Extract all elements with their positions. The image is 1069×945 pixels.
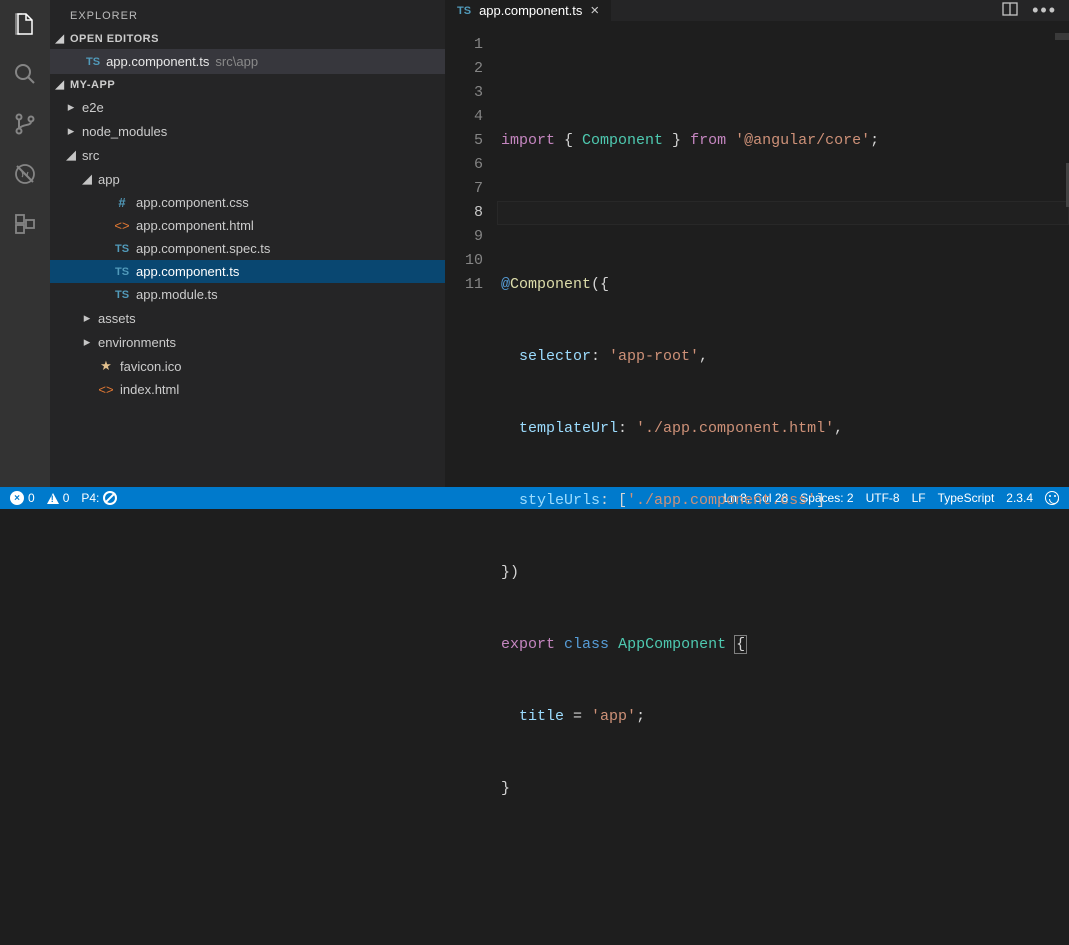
open-editors-header[interactable]: ◢ OPEN EDITORS xyxy=(50,28,445,49)
open-editors-label: OPEN EDITORS xyxy=(70,33,159,45)
file-index-html[interactable]: <>index.html xyxy=(50,378,445,401)
ts-icon: TS xyxy=(114,243,130,255)
sidebar: EXPLORER ◢ OPEN EDITORS TS app.component… xyxy=(50,0,445,487)
file-app-component-ts[interactable]: TSapp.component.ts xyxy=(50,260,445,283)
folder-e2e[interactable]: ▸e2e xyxy=(50,95,445,119)
file-favicon[interactable]: ★favicon.ico xyxy=(50,354,445,378)
close-icon[interactable]: × xyxy=(590,2,599,19)
smiley-icon xyxy=(1045,491,1059,505)
collapse-icon: ◢ xyxy=(54,78,66,91)
no-icon xyxy=(103,491,117,505)
scrollbar-indicator xyxy=(1055,33,1069,40)
folder-node-modules[interactable]: ▸node_modules xyxy=(50,119,445,143)
file-app-component-css[interactable]: #app.component.css xyxy=(50,191,445,214)
split-editor-icon[interactable] xyxy=(1002,1,1018,20)
file-app-module[interactable]: TSapp.module.ts xyxy=(50,283,445,306)
collapse-icon: ◢ xyxy=(54,32,66,45)
search-icon[interactable] xyxy=(11,60,39,88)
tabbar-actions: ••• xyxy=(990,0,1069,21)
code-lines[interactable]: import { Component } from '@angular/core… xyxy=(501,33,1069,945)
status-p4[interactable]: P4: xyxy=(81,491,117,505)
file-tree: ▸e2e ▸node_modules ◢src ◢app #app.compon… xyxy=(50,95,445,401)
folder-app[interactable]: ◢app xyxy=(50,167,445,191)
warning-icon xyxy=(47,493,59,504)
hash-icon: # xyxy=(114,195,130,210)
source-control-icon[interactable] xyxy=(11,110,39,138)
tabbar: TS app.component.ts × ••• xyxy=(445,0,1069,21)
open-editor-path: src\app xyxy=(215,54,258,69)
ts-icon: TS xyxy=(114,266,130,278)
file-app-component-html[interactable]: <>app.component.html xyxy=(50,214,445,237)
status-warnings[interactable]: 0 xyxy=(47,491,70,505)
activity-bar xyxy=(0,0,50,487)
ts-icon: TS xyxy=(457,5,471,17)
sidebar-title: EXPLORER xyxy=(50,0,445,28)
project-label: MY-APP xyxy=(70,79,115,91)
tab-label: app.component.ts xyxy=(479,3,582,18)
folder-environments[interactable]: ▸environments xyxy=(50,330,445,354)
html-icon: <> xyxy=(114,218,130,233)
status-errors[interactable]: ×0 xyxy=(10,491,35,505)
project-header[interactable]: ◢ MY-APP xyxy=(50,74,445,95)
code-editor[interactable]: 1234567891011 import { Component } from … xyxy=(445,21,1069,945)
open-editor-item[interactable]: TS app.component.ts src\app xyxy=(50,49,445,74)
star-icon: ★ xyxy=(98,358,114,374)
error-icon: × xyxy=(10,491,24,505)
open-editor-name: app.component.ts xyxy=(106,54,209,69)
editor-area: TS app.component.ts × ••• 1234567891011 … xyxy=(445,0,1069,487)
file-app-component-spec[interactable]: TSapp.component.spec.ts xyxy=(50,237,445,260)
editor-tab[interactable]: TS app.component.ts × xyxy=(445,0,612,21)
active-line-highlight xyxy=(497,201,1069,225)
html-icon: <> xyxy=(98,382,114,397)
ts-icon: TS xyxy=(114,289,130,301)
debug-icon[interactable] xyxy=(11,160,39,188)
folder-src[interactable]: ◢src xyxy=(50,143,445,167)
ts-icon: TS xyxy=(86,56,100,68)
folder-assets[interactable]: ▸assets xyxy=(50,306,445,330)
explorer-icon[interactable] xyxy=(11,10,39,38)
more-icon[interactable]: ••• xyxy=(1032,0,1057,21)
status-feedback[interactable] xyxy=(1045,491,1059,505)
extensions-icon[interactable] xyxy=(11,210,39,238)
